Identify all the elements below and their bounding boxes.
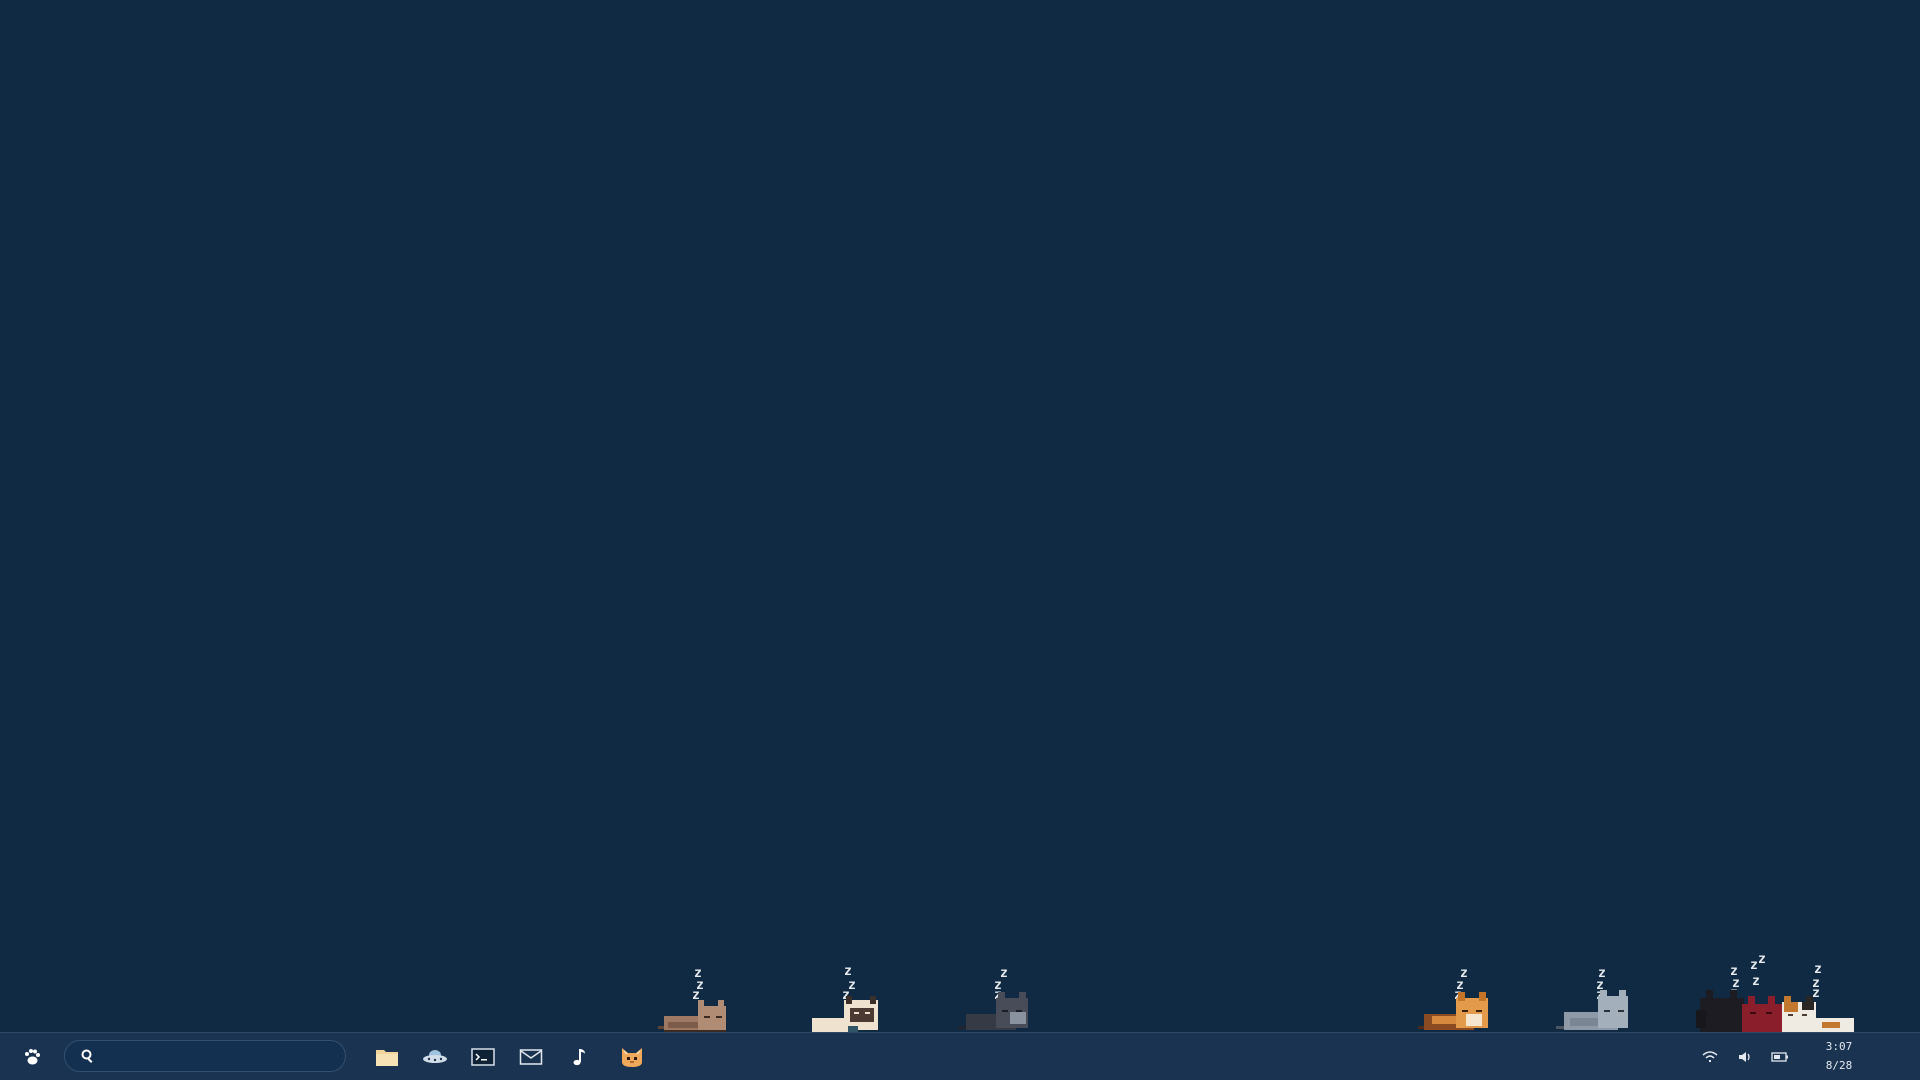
taskbar: 3:07 8/28: [0, 1032, 1920, 1080]
cat-body: [658, 1000, 726, 1032]
app-mail[interactable]: [515, 1041, 547, 1073]
sleeping-cat-siamese[interactable]: z z z: [812, 964, 894, 1032]
app-files[interactable]: [371, 1041, 403, 1073]
mail-icon: [519, 1049, 543, 1065]
app-music[interactable]: [563, 1041, 595, 1073]
search-icon: [81, 1049, 93, 1063]
music-note-icon: [573, 1049, 585, 1066]
battery-icon: [1771, 1052, 1788, 1062]
start-button[interactable]: [16, 1041, 48, 1073]
sleeping-cat-brown[interactable]: z z z: [658, 967, 740, 1032]
sleeping-cat-black[interactable]: z z z: [958, 967, 1040, 1032]
tray-battery[interactable]: [1764, 1041, 1796, 1073]
cat-body: [958, 992, 1028, 1030]
terminal-icon: [471, 1048, 495, 1066]
zzz-z2: z: [1750, 958, 1758, 973]
zzz-z1: z: [844, 964, 852, 979]
sleeping-cat-gray[interactable]: z z z: [1556, 967, 1638, 1032]
volume-icon: [1739, 1052, 1750, 1062]
sleeping-cat-calico[interactable]: z z z: [1778, 963, 1858, 1032]
cat-body: [812, 996, 878, 1032]
search-box[interactable]: [64, 1040, 346, 1072]
desktop: z z z z z z z z z z z z z z z z z z z z …: [0, 0, 1920, 1032]
tray-volume[interactable]: [1729, 1041, 1761, 1073]
wifi-icon: [1702, 1051, 1718, 1062]
folder-icon: [376, 1050, 398, 1066]
search-input[interactable]: [105, 1045, 337, 1069]
cat-body: [1418, 992, 1488, 1030]
clock-date: 8/28: [1825, 1059, 1853, 1072]
sleeping-cat-orange[interactable]: z z z: [1418, 967, 1500, 1032]
zzz-z3: z: [1752, 974, 1760, 989]
tray-wifi[interactable]: [1694, 1041, 1726, 1073]
app-cat[interactable]: [616, 1041, 648, 1073]
cat-body: [1782, 996, 1854, 1032]
ufo-icon: [423, 1050, 447, 1063]
clock[interactable]: 3:07 8/28: [1804, 1037, 1874, 1077]
zzz-z1: z: [1814, 962, 1822, 977]
cat-body: [1556, 990, 1628, 1030]
cat-face-icon: [622, 1048, 642, 1067]
paw-icon: [25, 1049, 40, 1065]
app-browser[interactable]: [419, 1041, 451, 1073]
app-terminal[interactable]: [467, 1041, 499, 1073]
clock-time: 3:07: [1825, 1040, 1853, 1053]
zzz-z1: z: [1758, 952, 1766, 967]
